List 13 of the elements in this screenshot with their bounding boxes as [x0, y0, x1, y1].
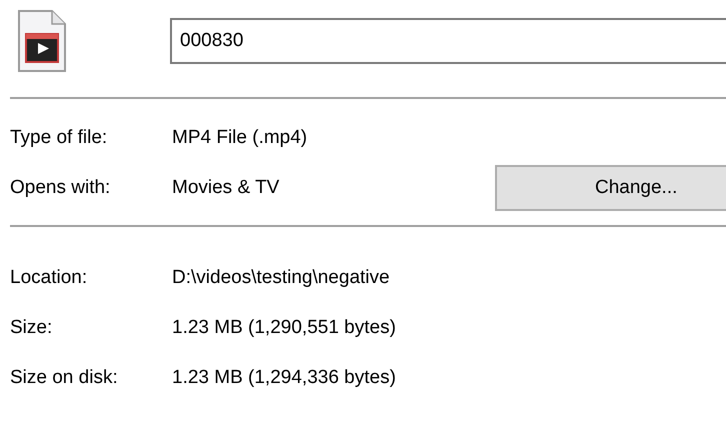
field-value: D:\videos\testing\negative [172, 267, 390, 289]
file-name-field[interactable]: 000830 [170, 18, 726, 64]
field-value: MP4 File (.mp4) [172, 127, 308, 149]
change-button[interactable]: Change... [495, 165, 726, 211]
video-file-icon [18, 10, 66, 72]
field-value: 1.23 MB (1,290,551 bytes) [172, 317, 396, 339]
field-label: Location: [10, 267, 88, 289]
field-value: Movies & TV [172, 177, 280, 199]
field-label: Opens with: [10, 177, 112, 199]
field-label: Size: [10, 317, 54, 339]
field-label: Size on disk: [10, 367, 119, 389]
field-label: Type of file: [10, 127, 108, 149]
field-value: 1.23 MB (1,294,336 bytes) [172, 367, 396, 389]
